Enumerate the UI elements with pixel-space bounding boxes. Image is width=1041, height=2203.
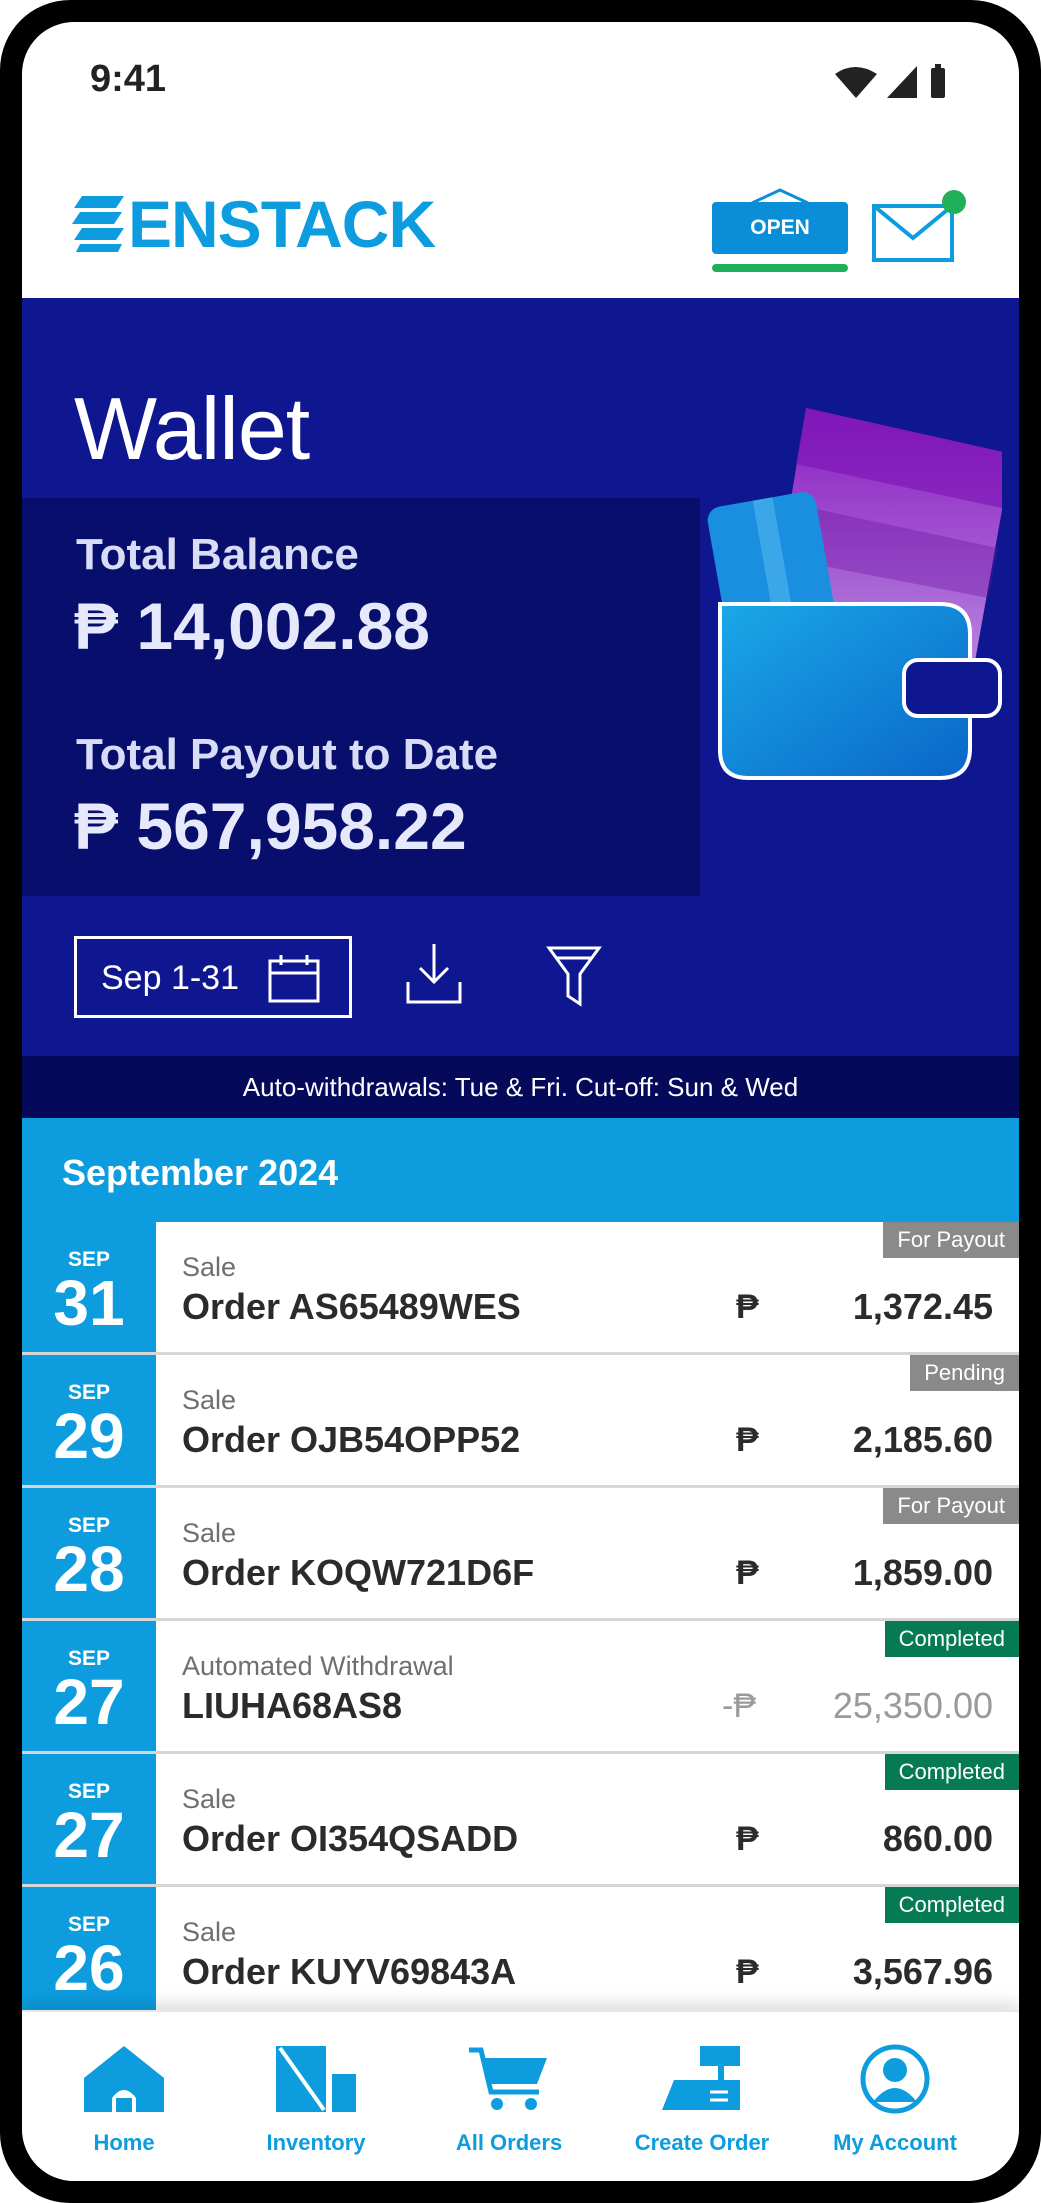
transaction-day: 27 [53,1666,125,1738]
nav-label: Home [93,2130,155,2155]
month-title: September 2024 [62,1152,339,1193]
device-frame: 9:41 ENSTACK OPEN Wallet Total Balance ₱… [0,0,1041,2203]
transaction-day: 31 [53,1267,125,1339]
nav-label: Inventory [266,2130,366,2155]
page-title: Wallet [74,379,310,478]
transaction-amount: 25,350.00 [832,1685,993,1726]
store-open-toggle[interactable]: OPEN [712,188,848,276]
transaction-row[interactable]: SEP 31 Sale Order AS65489WES ₱ 1,372.45 … [22,1222,1019,1355]
date-range-label: Sep 1-31 [101,959,239,997]
transaction-reference: Order KOQW721D6F [182,1552,535,1593]
transaction-day: 27 [53,1799,125,1871]
transaction-date: SEP 29 [22,1355,156,1485]
transaction-reference: Order OI354QSADD [182,1818,519,1859]
home-icon [84,2046,164,2112]
account-icon [860,2044,930,2114]
nav-label: All Orders [455,2130,563,2155]
nav-inventory[interactable]: Inventory [221,2012,411,2172]
transaction-row[interactable]: SEP 27 Automated Withdrawal LIUHA68AS8 -… [22,1621,1019,1754]
total-payout-value: ₱ 567,958.22 [74,789,467,863]
transaction-currency: ₱ [736,1421,759,1459]
transaction-date: SEP 31 [22,1222,156,1352]
cart-icon [469,2047,547,2110]
transaction-currency: ₱ [736,1820,759,1858]
transaction-reference: Order KUYV69843A [182,1951,517,1992]
nav-my-account[interactable]: My Account [800,2012,990,2172]
store-status-indicator [712,264,848,272]
calendar-icon [268,955,320,1003]
nav-create-order[interactable]: Create Order [607,2012,797,2172]
transaction-day: 28 [53,1533,125,1605]
logo-mark-icon [72,196,124,252]
total-balance-label: Total Balance [76,530,359,579]
transaction-type: Automated Withdrawal [182,1651,454,1681]
status-badge: Pending [910,1355,1019,1391]
register-icon [662,2046,740,2110]
balance-panel: Total Balance ₱ 14,002.88 Total Payout t… [22,498,700,896]
transaction-date: SEP 28 [22,1488,156,1618]
status-time: 9:41 [90,58,167,100]
transaction-currency: ₱ [736,1554,759,1592]
app-screen: 9:41 ENSTACK OPEN Wallet Total Balance ₱… [22,22,1019,2181]
unread-dot-icon [942,190,966,214]
transaction-reference: LIUHA68AS8 [182,1685,403,1726]
transaction-currency: -₱ [722,1687,756,1725]
withdrawal-schedule-banner: Auto-withdrawals: Tue & Fri. Cut-off: Su… [22,1056,1019,1118]
transaction-type: Sale [182,1385,237,1415]
inventory-icon [276,2046,356,2112]
transaction-amount: 1,859.00 [852,1552,993,1593]
status-bar: 9:41 [22,22,1019,142]
status-badge: Completed [884,1754,1019,1790]
status-badge: Completed [884,1621,1019,1657]
transaction-type: Sale [182,1917,237,1947]
mail-icon[interactable] [870,190,980,270]
transaction-reference: Order AS65489WES [182,1286,521,1327]
transaction-day: 29 [53,1400,125,1472]
transaction-amount: 2,185.60 [852,1419,993,1460]
transaction-amount: 1,372.45 [852,1286,993,1327]
transaction-row[interactable]: SEP 28 Sale Order KOQW721D6F ₱ 1,859.00 … [22,1488,1019,1621]
total-payout-label: Total Payout to Date [76,730,499,779]
transaction-date: SEP 27 [22,1621,156,1751]
transaction-date: SEP 27 [22,1754,156,1884]
transaction-row[interactable]: SEP 27 Sale Order OI354QSADD ₱ 860.00 Co… [22,1754,1019,1887]
bottom-navigation: Home Inventory All Orders Create Order M… [22,2010,1019,2181]
status-badge: For Payout [883,1222,1019,1258]
nav-label: My Account [833,2130,957,2155]
transaction-type: Sale [182,1784,237,1814]
month-section-header: September 2024 [22,1118,1019,1222]
download-icon[interactable] [404,942,464,1006]
transaction-type: Sale [182,1252,237,1282]
brand-logo[interactable]: ENSTACK [72,187,472,261]
status-badge: Completed [884,1887,1019,1923]
transaction-type: Sale [182,1518,237,1548]
transaction-amount: 3,567.96 [852,1951,993,1992]
wallet-illustration-icon [707,408,1002,780]
store-status-label: OPEN [712,202,848,254]
transaction-amount: 860.00 [882,1818,993,1859]
app-header: ENSTACK OPEN [22,142,1019,298]
nav-all-orders[interactable]: All Orders [414,2012,604,2172]
filter-icon[interactable] [546,944,602,1008]
nav-home[interactable]: Home [29,2012,219,2172]
transaction-date: SEP 26 [22,1887,156,2017]
wallet-hero: Wallet Total Balance ₱ 14,002.88 Total P… [22,298,1019,1056]
status-icons [835,64,945,98]
transaction-day: 26 [53,1932,125,2004]
total-balance-value: ₱ 14,002.88 [74,589,430,663]
transaction-currency: ₱ [736,1953,759,1991]
transaction-row[interactable]: SEP 29 Sale Order OJB54OPP52 ₱ 2,185.60 … [22,1355,1019,1488]
transaction-row[interactable]: SEP 26 Sale Order KUYV69843A ₱ 3,567.96 … [22,1887,1019,2020]
transaction-reference: Order OJB54OPP52 [182,1419,521,1460]
transaction-currency: ₱ [736,1288,759,1326]
date-range-picker[interactable]: Sep 1-31 [74,936,352,1018]
status-badge: For Payout [883,1488,1019,1524]
brand-name: ENSTACK [128,187,436,261]
nav-label: Create Order [634,2130,770,2155]
transaction-list: SEP 31 Sale Order AS65489WES ₱ 1,372.45 … [22,1222,1019,2022]
